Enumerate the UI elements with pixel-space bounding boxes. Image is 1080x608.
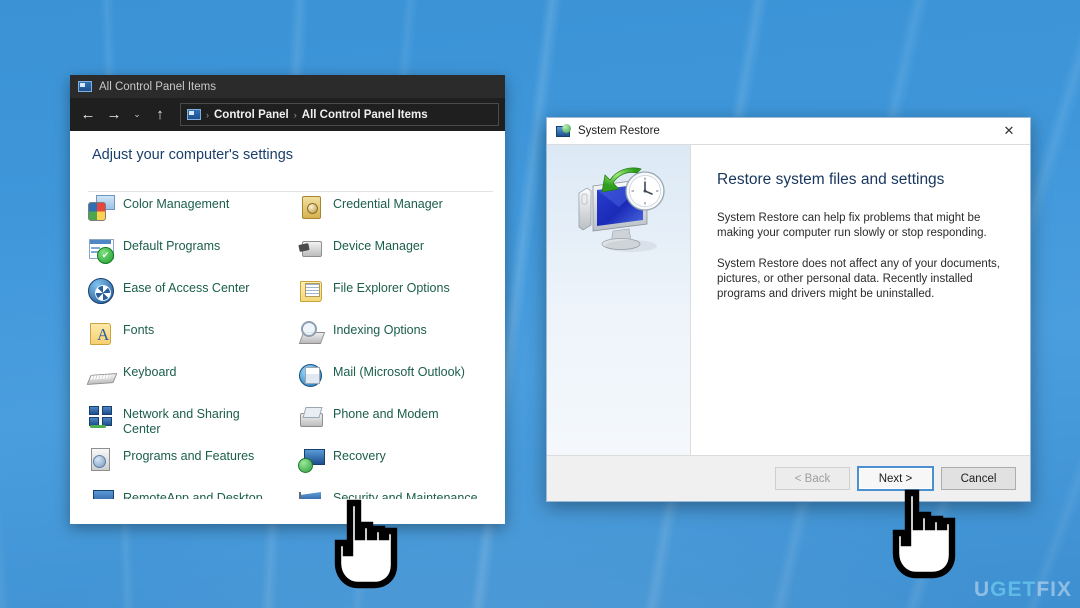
monitor-clock-restore-icon: [578, 167, 665, 252]
clipped-icon-right: [298, 175, 324, 178]
control-panel-icon: [78, 81, 92, 92]
list-item-security-and-maintenance[interactable]: Security and Maintenance: [298, 485, 505, 499]
watermark-accent: GET: [990, 578, 1037, 601]
list-item-programs-and-features[interactable]: Programs and Features: [88, 443, 298, 485]
file-explorer-options-icon: [298, 278, 324, 304]
breadcrumb-control-panel-icon: [187, 109, 201, 120]
system-restore-dialog[interactable]: System Restore ✕ Restore system files an…: [546, 117, 1031, 502]
control-panel-items-grid: Color Management Credential Manager Defa…: [70, 175, 505, 499]
control-panel-body: Adjust your computer's settings Color Ma…: [70, 131, 505, 524]
watermark-suffix: FIX: [1036, 578, 1072, 601]
remoteapp-desktop-connections-icon: [88, 488, 114, 499]
breadcrumb-item-all-control-panel-items[interactable]: All Control Panel Items: [302, 109, 428, 121]
list-item-keyboard[interactable]: Keyboard: [88, 359, 298, 401]
dialog-heading: Restore system files and settings: [717, 171, 945, 188]
list-item-label[interactable]: Security and Maintenance: [333, 488, 478, 499]
indexing-options-icon: [298, 320, 324, 346]
color-management-icon: [88, 194, 115, 221]
list-item-label[interactable]: Color Management: [123, 194, 229, 212]
list-item-label[interactable]: Fonts: [123, 320, 154, 338]
list-item-label[interactable]: Programs and Features: [123, 446, 254, 464]
watermark: UGETFIX: [974, 578, 1072, 602]
phone-and-modem-icon: [298, 404, 324, 430]
list-item-phone-and-modem[interactable]: Phone and Modem: [298, 401, 505, 443]
breadcrumb-item-control-panel[interactable]: Control Panel: [214, 109, 289, 121]
keyboard-icon: [88, 362, 114, 388]
list-item-fonts[interactable]: Fonts: [88, 317, 298, 359]
list-item-label[interactable]: Default Programs: [123, 236, 220, 254]
list-item-label[interactable]: Indexing Options: [333, 320, 427, 338]
page-title: Adjust your computer's settings: [92, 147, 294, 163]
list-item-label[interactable]: Credential Manager: [333, 194, 443, 212]
list-item-label[interactable]: Keyboard: [123, 362, 177, 380]
list-item-network-and-sharing-center[interactable]: Network and Sharing Center: [88, 401, 298, 443]
list-item-file-explorer-options[interactable]: File Explorer Options: [298, 275, 505, 317]
watermark-prefix: U: [973, 578, 991, 601]
control-panel-navigation-bar[interactable]: ← → ⌄ ↑ › Control Panel › All Control Pa…: [70, 98, 505, 131]
back-button[interactable]: < Back: [775, 467, 850, 490]
breadcrumb-separator-1: ›: [206, 109, 209, 120]
credential-manager-icon: [298, 194, 324, 220]
list-item-mail[interactable]: Mail (Microsoft Outlook): [298, 359, 505, 401]
default-programs-icon: [88, 236, 114, 264]
list-item-recovery[interactable]: Recovery: [298, 443, 505, 485]
programs-and-features-icon: [88, 446, 114, 472]
network-sharing-center-icon: [88, 404, 114, 430]
system-restore-icon: [556, 123, 571, 139]
list-item-default-programs[interactable]: Default Programs: [88, 233, 298, 275]
control-panel-items-list[interactable]: Color Management Credential Manager Defa…: [70, 175, 505, 499]
list-item-credential-manager[interactable]: Credential Manager: [298, 191, 505, 233]
mail-icon: [298, 362, 324, 388]
next-button[interactable]: Next >: [857, 466, 934, 491]
up-icon[interactable]: ↑: [148, 103, 172, 127]
clipped-icon-left: [88, 175, 114, 178]
chevron-down-icon[interactable]: ⌄: [128, 103, 146, 127]
breadcrumb[interactable]: › Control Panel › All Control Panel Item…: [180, 103, 499, 126]
system-restore-footer: < Back Next > Cancel: [547, 455, 1030, 501]
dialog-paragraph-2: System Restore does not affect any of yo…: [717, 258, 1000, 300]
list-item-label[interactable]: Ease of Access Center: [123, 278, 249, 296]
control-panel-titlebar[interactable]: All Control Panel Items: [70, 75, 505, 98]
close-icon[interactable]: ✕: [988, 118, 1030, 144]
breadcrumb-separator-2: ›: [293, 109, 297, 120]
cancel-button[interactable]: Cancel: [941, 467, 1016, 490]
list-item-color-management[interactable]: Color Management: [88, 191, 298, 233]
system-restore-content: Restore system files and settings System…: [547, 144, 1030, 455]
system-restore-side-panel: [547, 145, 691, 455]
list-item-label[interactable]: Recovery: [333, 446, 386, 464]
list-item-label[interactable]: Mail (Microsoft Outlook): [333, 362, 465, 380]
control-panel-window[interactable]: All Control Panel Items ← → ⌄ ↑ › Contro…: [70, 75, 505, 524]
recovery-icon: [298, 446, 325, 473]
desktop-background: All Control Panel Items ← → ⌄ ↑ › Contro…: [0, 0, 1080, 608]
list-item-label[interactable]: RemoteApp and Desktop Connections: [123, 488, 273, 499]
control-panel-window-title: All Control Panel Items: [99, 80, 216, 93]
security-and-maintenance-icon: [298, 488, 324, 499]
list-item-clipped-left[interactable]: [88, 175, 298, 191]
fonts-icon: [88, 320, 114, 346]
system-restore-titlebar[interactable]: System Restore ✕: [547, 118, 1030, 144]
list-item-ease-of-access-center[interactable]: Ease of Access Center: [88, 275, 298, 317]
list-item-remoteapp-and-desktop-connections[interactable]: RemoteApp and Desktop Connections: [88, 485, 298, 499]
list-item-label[interactable]: Device Manager: [333, 236, 424, 254]
dialog-paragraph-1: System Restore can help fix problems tha…: [717, 212, 987, 239]
back-icon[interactable]: ←: [76, 103, 100, 127]
list-item-label[interactable]: File Explorer Options: [333, 278, 450, 296]
ease-of-access-icon: [88, 278, 114, 304]
list-item-clipped-right[interactable]: [298, 175, 505, 191]
device-manager-icon: [298, 236, 324, 262]
system-restore-window-title: System Restore: [578, 125, 660, 137]
system-restore-main-pane: Restore system files and settings System…: [691, 145, 1030, 455]
list-item-indexing-options[interactable]: Indexing Options: [298, 317, 505, 359]
list-item-device-manager[interactable]: Device Manager: [298, 233, 505, 275]
list-item-label[interactable]: Phone and Modem: [333, 404, 439, 422]
list-item-label[interactable]: Network and Sharing Center: [123, 404, 273, 436]
forward-icon[interactable]: →: [102, 103, 126, 127]
